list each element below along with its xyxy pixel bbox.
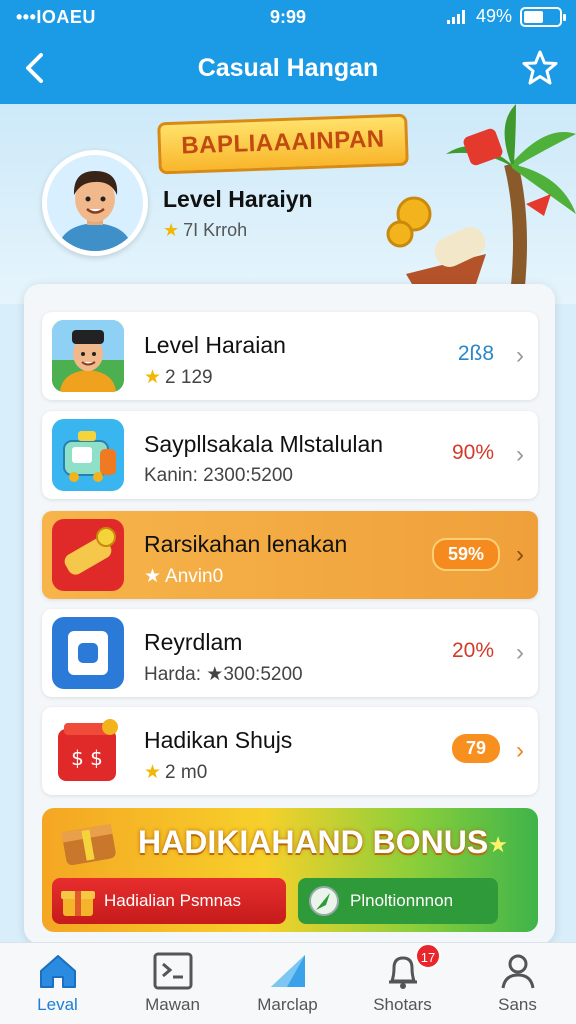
character-icon: [52, 320, 124, 392]
item-subtitle: ★ 2 m0: [144, 761, 207, 784]
tab-label: Marclap: [257, 995, 318, 1014]
hero-level-subtitle: ★ 7I Krroh: [163, 220, 247, 241]
item-value: 20%: [451, 639, 494, 662]
notification-badge: 17: [415, 943, 441, 969]
bonus-promo-button[interactable]: Plnoltionnnon: [298, 878, 498, 924]
sparkle-icon: ★: [488, 832, 508, 857]
chevron-right-icon: ›: [516, 541, 524, 568]
item-title: Rarsikahan lenakan: [144, 531, 348, 557]
list-item[interactable]: Saypllsakala Mlstalulan Kanin: 2300:5200…: [42, 411, 538, 499]
nav-bar: Casual Hangan: [0, 34, 576, 104]
item-title: Saypllsakala Mlstalulan: [144, 431, 384, 457]
home-icon: [40, 955, 76, 988]
profile-icon: [501, 954, 535, 989]
item-subtitle-text: Anvin0: [165, 566, 224, 587]
star-icon: ★: [144, 566, 162, 587]
signal-icon: [446, 9, 465, 24]
bonus-claim-button[interactable]: Hadialian Psmnas: [52, 878, 286, 924]
item-subtitle-text: 2 129: [165, 367, 213, 388]
item-value: 90%: [451, 441, 494, 464]
item-value-badge: 59%: [431, 538, 500, 571]
hero-subtitle-text: 7I Krroh: [183, 220, 248, 240]
list-item[interactable]: Level Haraian ★ 2 129 2ß8 ›: [42, 312, 538, 400]
tab-mawan[interactable]: Mawan: [115, 943, 230, 1024]
item-subtitle: ★ 2 129: [144, 366, 213, 389]
chevron-right-icon: ›: [516, 342, 524, 369]
item-title: Reyrdlam: [144, 629, 243, 655]
gift-box-icon: [61, 891, 95, 916]
compass-icon: [309, 886, 339, 916]
app-box-icon: [52, 617, 124, 689]
svg-text:$ $: $ $: [71, 746, 103, 770]
star-icon: ★: [144, 367, 162, 388]
item-title: Level Haraian: [144, 332, 286, 358]
chevron-right-icon: ›: [516, 639, 524, 666]
avatar-image: [47, 155, 143, 251]
tab-level[interactable]: Leval: [0, 943, 115, 1024]
terminal-icon: [153, 952, 193, 990]
item-subtitle: Harda: ★300:5200: [144, 664, 303, 685]
list-item[interactable]: Reyrdlam Harda: ★300:5200 20% ›: [42, 609, 538, 697]
tab-shotars[interactable]: 17 Shotars: [345, 943, 460, 1024]
bonus-banner[interactable]: HADIKIAHAND BONUS ★ Hadialian Psmnas Pln…: [42, 808, 538, 932]
chevron-right-icon: ›: [516, 441, 524, 468]
gift-cart-icon: [52, 419, 124, 491]
star-icon: ★: [163, 220, 180, 240]
favorite-star-icon[interactable]: [520, 48, 560, 88]
red-gift-icon: $ $: [52, 715, 124, 787]
bonus-promo-label: Plnoltionnnon: [350, 891, 454, 910]
chevron-right-icon: ›: [516, 737, 524, 764]
ticket-icon: [52, 519, 124, 591]
battery-fill: [524, 10, 543, 23]
status-bar: •••IOAEU 9:99 49%: [0, 0, 576, 34]
star-icon: ★: [144, 762, 162, 783]
page-title: Casual Hangan: [197, 54, 379, 82]
tab-label: Mawan: [145, 995, 200, 1014]
bonus-claim-label: Hadialian Psmnas: [104, 891, 242, 910]
item-subtitle-text: 2 m0: [165, 762, 208, 783]
item-value: 2ß8: [457, 342, 494, 365]
treasure-chest-icon: [61, 823, 116, 866]
list-item-featured[interactable]: Rarsikahan lenakan ★ Anvin0 59% ›: [42, 511, 538, 599]
avatar[interactable]: [42, 150, 148, 256]
hero-level-title: Level Haraiyn: [163, 186, 313, 212]
list-item[interactable]: $ $ Hadikan Shujs ★ 2 m0 79 ›: [42, 707, 538, 795]
battery-icon: [520, 6, 566, 27]
send-mail-icon: [271, 955, 305, 987]
tab-label: Sans: [498, 995, 537, 1014]
tab-marclap[interactable]: Marclap: [230, 943, 345, 1024]
status-right: 49%: [446, 6, 566, 27]
battery-percent: 49%: [475, 6, 512, 26]
bottom-tab-bar: Leval Mawan Marclap 17 Shotars Sans: [0, 942, 576, 1024]
tab-label: Shotars: [373, 995, 432, 1014]
event-banner: BAPLIAAAINPAN: [157, 113, 409, 175]
tab-sans[interactable]: Sans: [460, 943, 575, 1024]
bonus-title: HADIKIAHAND BONUS: [138, 824, 489, 860]
item-title: Hadikan Shujs: [144, 727, 293, 753]
item-subtitle: ★ Anvin0: [144, 565, 223, 588]
item-subtitle: Kanin: 2300:5200: [144, 465, 293, 486]
tab-label: Leval: [37, 995, 78, 1014]
item-value-badge: 79: [451, 734, 500, 763]
hero-section: BAPLIAAAINPAN Level Haraiyn ★ 7I Krroh: [0, 104, 576, 304]
